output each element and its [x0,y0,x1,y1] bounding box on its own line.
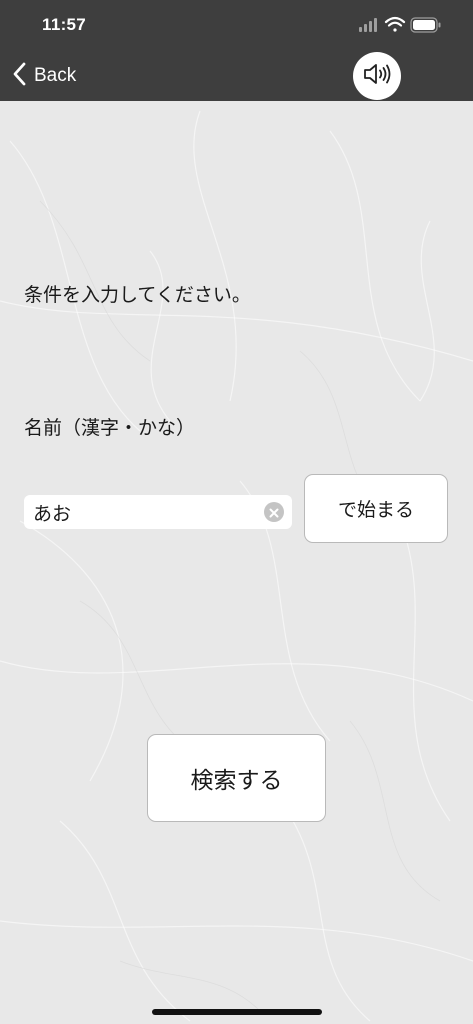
back-button[interactable]: Back [12,62,76,90]
paper-texture-background [0,101,473,1024]
status-time: 11:57 [42,15,87,34]
starts-with-button[interactable]: で始まる [304,474,448,543]
status-icons [359,15,449,35]
navigation-bar: Back [0,50,473,101]
clear-icon [269,503,279,522]
clear-input-button[interactable] [264,502,284,522]
search-button[interactable]: 検索する [147,734,326,822]
speaker-icon [362,62,392,90]
back-chevron-icon [12,62,26,90]
name-search-field [24,495,292,529]
name-field-label: 名前（漢字・かな） [24,417,196,439]
signal-icon [359,18,377,32]
home-indicator[interactable] [152,1009,322,1015]
speaker-button[interactable] [353,52,401,100]
status-bar: 11:57 [0,0,473,50]
back-label: Back [34,65,77,86]
name-input[interactable] [24,495,254,529]
prompt-text: 条件を入力してください。 [24,284,251,306]
battery-icon [410,17,441,33]
wifi-icon [384,16,406,32]
